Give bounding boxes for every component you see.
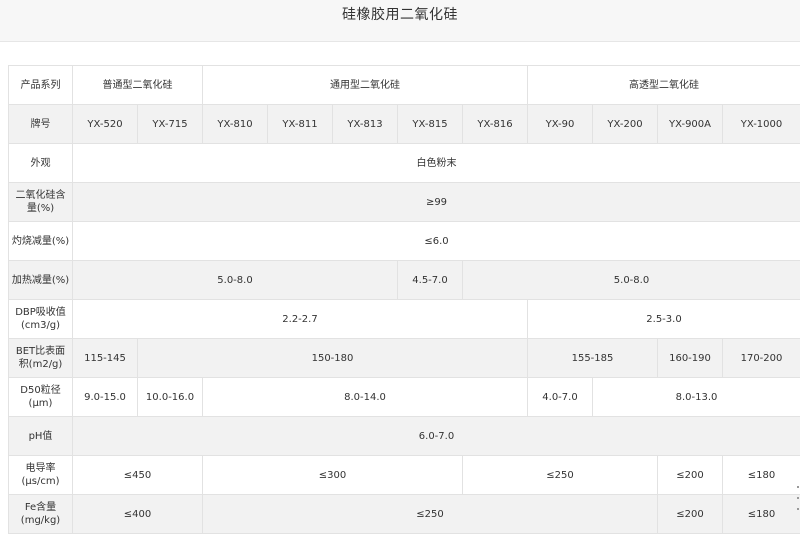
row-dbp: DBP吸收值(cm3/g) 2.2-2.7 2.5-3.0 bbox=[8, 299, 800, 339]
table-cell: 160-190 bbox=[657, 338, 723, 378]
table-cell: ≤180 bbox=[722, 494, 800, 534]
row-heating-loss: 加热减量(%) 5.0-8.0 4.5-7.0 5.0-8.0 bbox=[8, 260, 800, 300]
table-cell: YX-816 bbox=[462, 104, 528, 144]
scroll-dot bbox=[797, 508, 799, 510]
table-cell: YX-811 bbox=[267, 104, 333, 144]
row-label: 电导率(μs/cm) bbox=[8, 455, 73, 495]
row-bet: BET比表面积(m2/g) 115-145 150-180 155-185 16… bbox=[8, 338, 800, 378]
row-ph: pH值 6.0-7.0 bbox=[8, 416, 800, 456]
table-cell: 白色粉末 bbox=[72, 143, 800, 183]
table-cell: YX-200 bbox=[592, 104, 658, 144]
table-cell: YX-715 bbox=[137, 104, 203, 144]
table-cell: YX-900A bbox=[657, 104, 723, 144]
row-label: pH值 bbox=[8, 416, 73, 456]
table-cell: ≤180 bbox=[722, 455, 800, 495]
table-cell: 高透型二氧化硅 bbox=[527, 65, 800, 105]
row-series: 产品系列 普通型二氧化硅 通用型二氧化硅 高透型二氧化硅 bbox=[8, 65, 800, 105]
spec-table: 产品系列 普通型二氧化硅 通用型二氧化硅 高透型二氧化硅 牌号 YX-520 Y… bbox=[8, 65, 800, 534]
table-cell: 普通型二氧化硅 bbox=[72, 65, 203, 105]
table-cell: YX-1000 bbox=[722, 104, 800, 144]
row-label: BET比表面积(m2/g) bbox=[8, 338, 73, 378]
table-cell: ≤6.0 bbox=[72, 221, 800, 261]
table-cell: ≤450 bbox=[72, 455, 203, 495]
row-label: 二氧化硅含量(%) bbox=[8, 182, 73, 222]
row-appearance: 外观 白色粉末 bbox=[8, 143, 800, 183]
row-label: 产品系列 bbox=[8, 65, 73, 105]
table-cell: 6.0-7.0 bbox=[72, 416, 800, 456]
row-ignition-loss: 灼烧减量(%) ≤6.0 bbox=[8, 221, 800, 261]
table-cell: 170-200 bbox=[722, 338, 800, 378]
table-cell: 9.0-15.0 bbox=[72, 377, 138, 417]
table-cell: YX-810 bbox=[202, 104, 268, 144]
table-cell: 通用型二氧化硅 bbox=[202, 65, 528, 105]
page-title: 硅橡胶用二氧化硅 bbox=[342, 7, 458, 23]
table-cell: 4.5-7.0 bbox=[397, 260, 463, 300]
row-d50: D50粒径(μm) 9.0-15.0 10.0-16.0 8.0-14.0 4.… bbox=[8, 377, 800, 417]
table-cell: 5.0-8.0 bbox=[462, 260, 800, 300]
table-cell: ≤200 bbox=[657, 455, 723, 495]
row-fe: Fe含量(mg/kg) ≤400 ≤250 ≤200 ≤180 bbox=[8, 494, 800, 534]
row-label: 外观 bbox=[8, 143, 73, 183]
table-cell: 2.2-2.7 bbox=[72, 299, 528, 339]
table-cell: ≤250 bbox=[202, 494, 658, 534]
table-cell: 155-185 bbox=[527, 338, 658, 378]
table-cell: 8.0-13.0 bbox=[592, 377, 800, 417]
table-cell: 115-145 bbox=[72, 338, 138, 378]
table-cell: YX-815 bbox=[397, 104, 463, 144]
table-cell: 8.0-14.0 bbox=[202, 377, 528, 417]
row-label: D50粒径(μm) bbox=[8, 377, 73, 417]
row-label: DBP吸收值(cm3/g) bbox=[8, 299, 73, 339]
table-cell: 2.5-3.0 bbox=[527, 299, 800, 339]
table-cell: ≤200 bbox=[657, 494, 723, 534]
table-cell: 4.0-7.0 bbox=[527, 377, 593, 417]
row-sio2-content: 二氧化硅含量(%) ≥99 bbox=[8, 182, 800, 222]
row-label: 灼烧减量(%) bbox=[8, 221, 73, 261]
row-conductivity: 电导率(μs/cm) ≤450 ≤300 ≤250 ≤200 ≤180 bbox=[8, 455, 800, 495]
row-label: Fe含量(mg/kg) bbox=[8, 494, 73, 534]
table-cell: ≤250 bbox=[462, 455, 658, 495]
table-cell: 150-180 bbox=[137, 338, 528, 378]
table-cell: ≥99 bbox=[72, 182, 800, 222]
row-label: 加热减量(%) bbox=[8, 260, 73, 300]
scroll-dot bbox=[797, 497, 799, 499]
table-cell: YX-520 bbox=[72, 104, 138, 144]
row-grade: 牌号 YX-520 YX-715 YX-810 YX-811 YX-813 YX… bbox=[8, 104, 800, 144]
table-cell: ≤400 bbox=[72, 494, 203, 534]
page-header: 硅橡胶用二氧化硅 bbox=[0, 0, 800, 42]
table-cell: ≤300 bbox=[202, 455, 463, 495]
row-label: 牌号 bbox=[8, 104, 73, 144]
table-cell: YX-90 bbox=[527, 104, 593, 144]
table-cell: 5.0-8.0 bbox=[72, 260, 398, 300]
table-cell: YX-813 bbox=[332, 104, 398, 144]
scroll-dot bbox=[797, 486, 799, 488]
table-cell: 10.0-16.0 bbox=[137, 377, 203, 417]
